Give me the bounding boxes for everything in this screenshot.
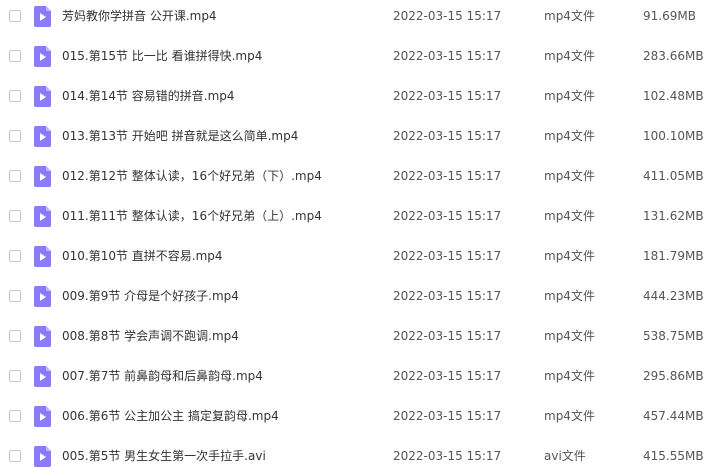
- video-file-icon: [34, 166, 51, 187]
- file-name[interactable]: 013.第13节 开始吧 拼音就是这么简单.mp4: [62, 128, 298, 145]
- video-file-icon: [34, 326, 51, 347]
- modified-date: 2022-03-15 15:17: [393, 409, 502, 423]
- video-file-icon: [34, 206, 51, 227]
- file-row[interactable]: 010.第10节 直拼不容易.mp4 2022-03-15 15:17 mp4文件 1…: [0, 241, 723, 281]
- row-checkbox[interactable]: [9, 410, 21, 422]
- modified-date: 2022-03-15 15:17: [393, 129, 502, 143]
- file-type: mp4文件: [544, 9, 595, 23]
- file-size: 100.10MB: [643, 129, 704, 143]
- row-checkbox[interactable]: [9, 50, 21, 62]
- modified-date: 2022-03-15 15:17: [393, 449, 502, 463]
- file-row[interactable]: 012.第12节 整体认读，16个好兄弟（下）.mp4 2022-03-15 15…: [0, 161, 723, 201]
- file-size: 91.69MB: [643, 9, 696, 23]
- file-size: 283.66MB: [643, 49, 704, 63]
- row-checkbox[interactable]: [9, 290, 21, 302]
- file-name[interactable]: 芳妈教你学拼音 公开课.mp4: [62, 8, 217, 25]
- modified-date: 2022-03-15 15:17: [393, 169, 502, 183]
- row-checkbox[interactable]: [9, 130, 21, 142]
- file-name[interactable]: 011.第11节 整体认读，16个好兄弟（上）.mp4: [62, 208, 322, 225]
- video-file-icon: [34, 286, 51, 307]
- row-checkbox[interactable]: [9, 10, 21, 22]
- file-row[interactable]: 009.第9节 介母是个好孩子.mp4 2022-03-15 15:17 mp4文件…: [0, 281, 723, 321]
- file-name[interactable]: 012.第12节 整体认读，16个好兄弟（下）.mp4: [62, 168, 322, 185]
- file-size: 457.44MB: [643, 409, 704, 423]
- file-row[interactable]: 014.第14节 容易错的拼音.mp4 2022-03-15 15:17 mp4文件…: [0, 81, 723, 121]
- modified-date: 2022-03-15 15:17: [393, 9, 502, 23]
- file-type: mp4文件: [544, 329, 595, 343]
- video-file-icon: [34, 246, 51, 267]
- row-checkbox[interactable]: [9, 330, 21, 342]
- file-size: 538.75MB: [643, 329, 704, 343]
- file-size: 444.23MB: [643, 289, 704, 303]
- modified-date: 2022-03-15 15:17: [393, 369, 502, 383]
- file-type: mp4文件: [544, 409, 595, 423]
- file-row[interactable]: 005.第5节 男生女生第一次手拉手.avi 2022-03-15 15:17 av…: [0, 441, 723, 467]
- file-list: 芳妈教你学拼音 公开课.mp4 2022-03-15 15:17 mp4文件 91.6…: [0, 0, 723, 467]
- file-type: avi文件: [544, 449, 586, 463]
- file-size: 181.79MB: [643, 249, 704, 263]
- row-checkbox[interactable]: [9, 210, 21, 222]
- file-name[interactable]: 006.第6节 公主加公主 搞定复韵母.mp4: [62, 408, 279, 425]
- file-type: mp4文件: [544, 209, 595, 223]
- file-type: mp4文件: [544, 289, 595, 303]
- modified-date: 2022-03-15 15:17: [393, 89, 502, 103]
- file-size: 102.48MB: [643, 89, 704, 103]
- file-row[interactable]: 013.第13节 开始吧 拼音就是这么简单.mp4 2022-03-15 15:1…: [0, 121, 723, 161]
- video-file-icon: [34, 366, 51, 387]
- video-file-icon: [34, 86, 51, 107]
- modified-date: 2022-03-15 15:17: [393, 209, 502, 223]
- file-type: mp4文件: [544, 49, 595, 63]
- file-row[interactable]: 006.第6节 公主加公主 搞定复韵母.mp4 2022-03-15 15:17 m…: [0, 401, 723, 441]
- file-size: 131.62MB: [643, 209, 704, 223]
- file-type: mp4文件: [544, 89, 595, 103]
- file-row[interactable]: 015.第15节 比一比 看谁拼得快.mp4 2022-03-15 15:17 mp…: [0, 41, 723, 81]
- file-size: 295.86MB: [643, 369, 704, 383]
- row-checkbox[interactable]: [9, 370, 21, 382]
- file-row[interactable]: 007.第7节 前鼻韵母和后鼻韵母.mp4 2022-03-15 15:17 mp4…: [0, 361, 723, 401]
- file-row[interactable]: 011.第11节 整体认读，16个好兄弟（上）.mp4 2022-03-15 15…: [0, 201, 723, 241]
- file-name[interactable]: 008.第8节 学会声调不跑调.mp4: [62, 328, 239, 345]
- file-name[interactable]: 005.第5节 男生女生第一次手拉手.avi: [62, 448, 266, 465]
- video-file-icon: [34, 46, 51, 67]
- modified-date: 2022-03-15 15:17: [393, 289, 502, 303]
- row-checkbox[interactable]: [9, 90, 21, 102]
- file-size: 411.05MB: [643, 169, 704, 183]
- file-name[interactable]: 009.第9节 介母是个好孩子.mp4: [62, 288, 239, 305]
- file-type: mp4文件: [544, 369, 595, 383]
- file-name[interactable]: 010.第10节 直拼不容易.mp4: [62, 248, 223, 265]
- file-name[interactable]: 015.第15节 比一比 看谁拼得快.mp4: [62, 48, 262, 65]
- video-file-icon: [34, 406, 51, 427]
- row-checkbox[interactable]: [9, 450, 21, 462]
- modified-date: 2022-03-15 15:17: [393, 329, 502, 343]
- file-name[interactable]: 007.第7节 前鼻韵母和后鼻韵母.mp4: [62, 368, 263, 385]
- file-size: 415.55MB: [643, 449, 704, 463]
- file-row[interactable]: 008.第8节 学会声调不跑调.mp4 2022-03-15 15:17 mp4文件…: [0, 321, 723, 361]
- row-checkbox[interactable]: [9, 250, 21, 262]
- video-file-icon: [34, 126, 51, 147]
- video-file-icon: [34, 446, 51, 467]
- file-type: mp4文件: [544, 169, 595, 183]
- file-type: mp4文件: [544, 129, 595, 143]
- modified-date: 2022-03-15 15:17: [393, 249, 502, 263]
- file-type: mp4文件: [544, 249, 595, 263]
- modified-date: 2022-03-15 15:17: [393, 49, 502, 63]
- row-checkbox[interactable]: [9, 170, 21, 182]
- video-file-icon: [34, 6, 51, 27]
- file-row[interactable]: 芳妈教你学拼音 公开课.mp4 2022-03-15 15:17 mp4文件 91.6…: [0, 1, 723, 41]
- file-name[interactable]: 014.第14节 容易错的拼音.mp4: [62, 88, 235, 105]
